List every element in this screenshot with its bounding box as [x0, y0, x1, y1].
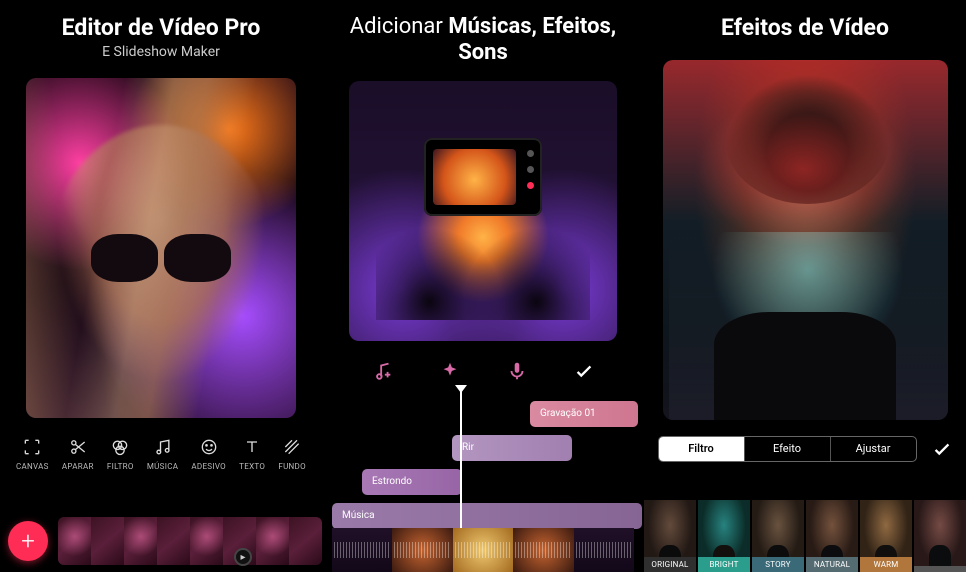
filter-natural[interactable]: NATURAL — [806, 500, 858, 572]
panel2-title: Adicionar Músicas, Efeitos, Sons — [332, 14, 634, 67]
tool-label: MÚSICA — [147, 462, 178, 471]
timeline[interactable]: + ▸ — [0, 510, 322, 572]
panel1-subtitle: E Slideshow Maker — [102, 44, 220, 60]
tool-canvas[interactable]: CANVAS — [16, 436, 49, 471]
tab-adjust[interactable]: Ajustar — [831, 437, 916, 461]
panel3-preview[interactable] — [663, 60, 948, 420]
tool-sticker[interactable]: ADESIVO — [191, 436, 226, 471]
filter-original[interactable]: ORIGINAL — [644, 500, 696, 572]
track-boom[interactable]: Estrondo — [362, 469, 462, 495]
filter-warm[interactable]: WARM — [860, 500, 912, 572]
tool-trim[interactable]: APARAR — [62, 436, 94, 471]
scissors-icon — [67, 436, 89, 458]
edit-toolbar: CANVAS APARAR FILTRO MÚSICA ADESIVO TEXT… — [16, 436, 306, 471]
filter-circles-icon — [109, 436, 131, 458]
effect-tabs: Filtro Efeito Ajustar — [658, 436, 917, 462]
tool-background[interactable]: FUNDO — [278, 436, 306, 471]
music-add-icon[interactable] — [371, 359, 395, 383]
mic-icon[interactable] — [505, 359, 529, 383]
track-laugh[interactable]: Rir — [452, 435, 572, 461]
track-area[interactable]: Gravação 01 Rir Estrondo Música — [332, 401, 634, 572]
tool-label: TEXTO — [239, 462, 265, 471]
tool-label: APARAR — [62, 462, 94, 471]
tool-label: ADESIVO — [191, 462, 226, 471]
waveform-strip[interactable] — [332, 528, 634, 572]
filter-bright[interactable]: BRIGHT — [698, 500, 750, 572]
panel3-title: Efeitos de Vídeo — [721, 14, 889, 42]
track-music[interactable]: Música — [332, 503, 642, 529]
tool-filter[interactable]: FILTRO — [107, 436, 134, 471]
music-note-icon — [152, 436, 174, 458]
panel-effects: Efeitos de Vídeo Filtro Efeito Ajustar O… — [644, 0, 966, 572]
tool-text[interactable]: TEXTO — [239, 436, 265, 471]
panel1-preview[interactable] — [26, 78, 296, 418]
tab-filter[interactable]: Filtro — [659, 437, 745, 461]
transition-knob[interactable]: ▸ — [234, 548, 252, 566]
text-icon — [241, 436, 263, 458]
audio-toolbar — [349, 359, 617, 383]
smiley-icon — [198, 436, 220, 458]
tool-label: FILTRO — [107, 462, 134, 471]
confirm-button[interactable] — [931, 438, 953, 460]
tool-label: CANVAS — [16, 462, 49, 471]
panel-audio: Adicionar Músicas, Efeitos, Sons Gravaçã… — [322, 0, 644, 572]
panel2-preview[interactable] — [349, 81, 617, 341]
tab-effect[interactable]: Efeito — [745, 437, 831, 461]
clip-strip[interactable] — [58, 517, 322, 565]
canvas-icon — [21, 436, 43, 458]
track-recording[interactable]: Gravação 01 — [530, 401, 638, 427]
panel1-title: Editor de Vídeo Pro — [62, 14, 261, 42]
tool-label: FUNDO — [278, 462, 306, 471]
filter-strip[interactable]: ORIGINAL BRIGHT STORY NATURAL WARM — [644, 500, 966, 572]
filter-story[interactable]: STORY — [752, 500, 804, 572]
stripes-icon — [281, 436, 303, 458]
tool-music[interactable]: MÚSICA — [147, 436, 178, 471]
effect-tabs-row: Filtro Efeito Ajustar — [658, 436, 953, 462]
confirm-button[interactable] — [572, 359, 596, 383]
panel-editor: Editor de Vídeo Pro E Slideshow Maker CA… — [0, 0, 322, 572]
filter-more[interactable] — [914, 500, 966, 572]
add-button[interactable]: + — [8, 521, 48, 561]
sparkle-icon[interactable] — [438, 359, 462, 383]
